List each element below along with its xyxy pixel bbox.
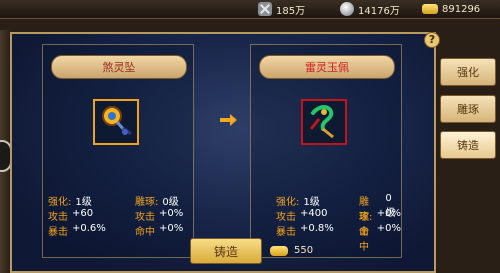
- swords-icon: [258, 2, 272, 16]
- forge-cost-value: 550: [294, 245, 314, 256]
- stat-value: +60: [72, 208, 94, 219]
- resource-gold: 891296: [422, 1, 480, 17]
- stat-label: 雕琢:: [359, 197, 373, 223]
- stat-row: 攻击 +0%: [135, 208, 184, 223]
- stat-value: +0.6%: [72, 223, 106, 234]
- target-item-card: 雷灵玉佩 强化: 1级 雕琢: 0级 攻击 +400 攻击 +0% 暴击 +0.…: [250, 44, 402, 258]
- target-item-name-text: 雷灵玉佩: [305, 61, 349, 74]
- stat-value: +0.8%: [300, 223, 334, 234]
- source-item-name: 煞灵坠: [51, 55, 187, 79]
- stat-row: 命中 +0%: [135, 223, 184, 238]
- stat-row: 攻击 +0%: [359, 208, 401, 238]
- stat-value: 1级: [303, 197, 320, 208]
- gold-value: 891296: [442, 3, 481, 15]
- stat-label: 强化:: [276, 197, 300, 208]
- stat-label: 命中: [359, 227, 369, 253]
- stat-row: 暴击 +0.6%: [48, 223, 106, 238]
- stat-row: 攻击 +400: [276, 208, 328, 223]
- stat-row: 雕琢: 0级: [135, 193, 179, 208]
- source-item-name-text: 煞灵坠: [102, 61, 136, 74]
- stat-row: 雕琢: 0级: [359, 193, 401, 223]
- forge-button-label: 铸造: [213, 244, 238, 259]
- stat-label: 攻击: [359, 212, 369, 238]
- stat-label: 强化:: [48, 197, 72, 208]
- source-item-slot[interactable]: [93, 99, 139, 145]
- stat-row: 暴击 +0.8%: [276, 223, 334, 238]
- tab-forge[interactable]: 铸造: [440, 131, 496, 159]
- stat-value: +400: [300, 208, 328, 219]
- silver-value: 14176万: [358, 5, 400, 17]
- resource-bar: 185万 14176万 891296: [0, 0, 500, 19]
- stat-value: +0%: [376, 223, 401, 234]
- stat-label: 雕琢:: [135, 197, 159, 208]
- stat-label: 攻击: [276, 212, 296, 223]
- resource-swords: 185万: [258, 1, 305, 17]
- stat-value: 0级: [162, 197, 179, 208]
- silver-coin-icon: [340, 2, 354, 16]
- stat-row: 强化: 1级: [48, 193, 92, 208]
- help-button[interactable]: ?: [424, 32, 440, 48]
- swords-value: 185万: [276, 5, 306, 17]
- stat-label: 暴击: [276, 227, 296, 238]
- forge-button[interactable]: 铸造: [190, 238, 262, 264]
- stat-value: 0级: [385, 193, 396, 219]
- stat-value: +0%: [376, 208, 401, 219]
- target-item-name: 雷灵玉佩: [259, 55, 395, 79]
- target-item-slot[interactable]: [301, 99, 347, 145]
- stat-row: 攻击 +60: [48, 208, 94, 223]
- forge-cost: 550: [270, 245, 313, 256]
- source-item-card: 煞灵坠 强化: 1级 雕琢: 0级 攻击 +60 攻击 +0% 暴击 +0.6%…: [42, 44, 194, 258]
- tab-carve[interactable]: 雕琢: [440, 95, 496, 123]
- stat-label: 命中: [135, 227, 155, 238]
- tab-strengthen[interactable]: 强化: [440, 58, 496, 86]
- arrow-right-icon: [220, 114, 237, 126]
- resource-silver: 14176万: [340, 1, 400, 17]
- gold-ingot-icon: [422, 4, 438, 14]
- stat-value: +0%: [159, 223, 184, 234]
- stat-value: +0%: [159, 208, 184, 219]
- pendant-icon: [102, 106, 132, 136]
- stat-label: 暴击: [48, 227, 68, 238]
- stat-row: 强化: 1级: [276, 193, 320, 208]
- gold-ingot-icon: [270, 245, 288, 256]
- stat-row: 命中 +0%: [359, 223, 401, 253]
- tab-forge-label: 铸造: [457, 139, 479, 152]
- tab-carve-label: 雕琢: [457, 103, 479, 116]
- tab-strengthen-label: 强化: [457, 66, 479, 79]
- stat-label: 攻击: [48, 212, 68, 223]
- jade-pendant-icon: [309, 105, 334, 139]
- stat-value: 1级: [75, 197, 92, 208]
- stat-label: 攻击: [135, 212, 155, 223]
